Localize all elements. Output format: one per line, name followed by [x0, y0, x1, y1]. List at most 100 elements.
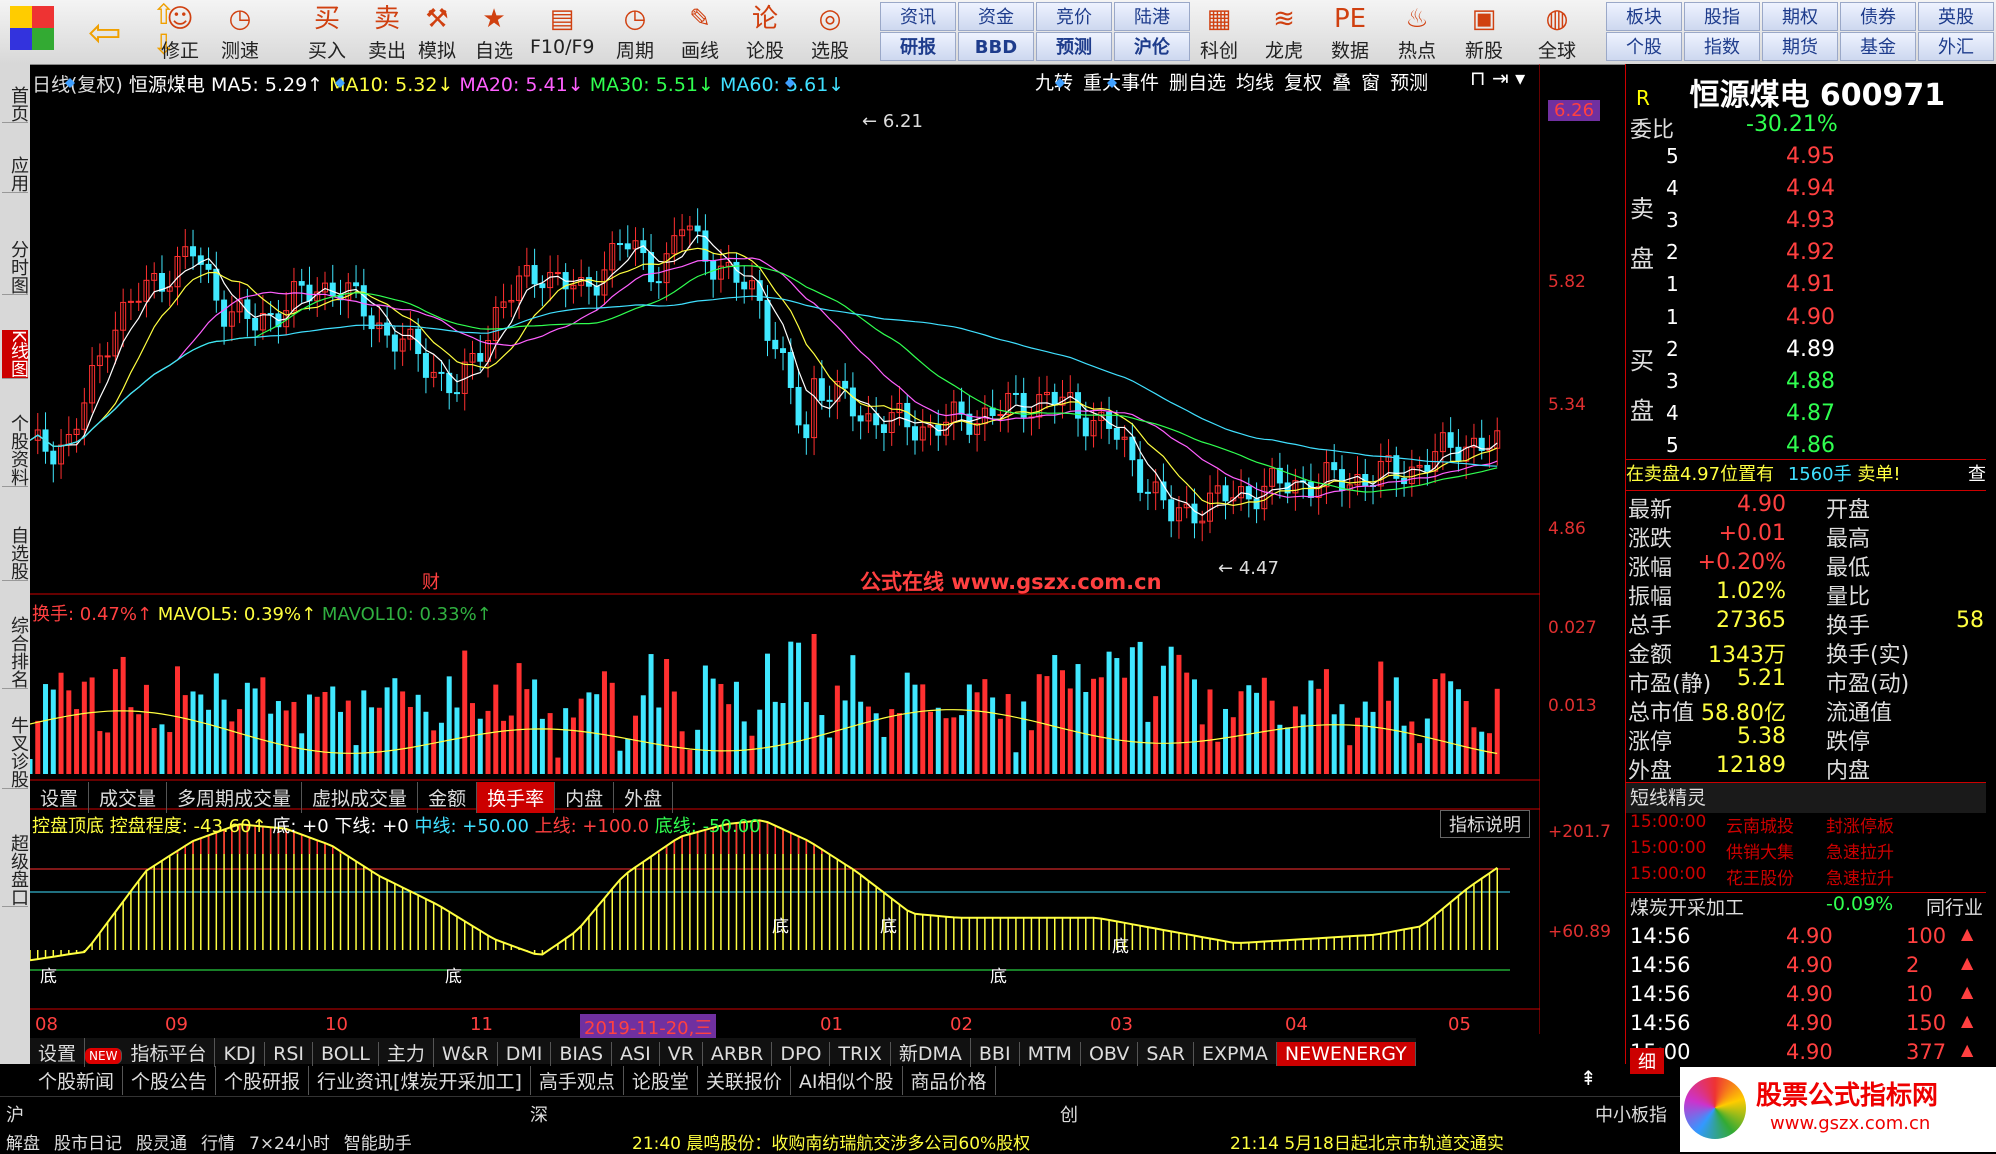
toolbar-grid-button[interactable]: 资讯	[880, 2, 956, 31]
indicator-tab[interactable]: MTM	[1020, 1042, 1081, 1066]
toolbar-grid-button[interactable]: 股指	[1684, 2, 1760, 31]
toolbar-grid-button[interactable]: 个股	[1606, 32, 1682, 61]
indicator-tab[interactable]: NEWENERGY	[1276, 1042, 1416, 1066]
toolbar-grid-button[interactable]: 期货	[1762, 32, 1838, 61]
event-marker-icon[interactable]	[1107, 78, 1117, 88]
volume-tab[interactable]: 金额	[418, 782, 478, 813]
toolbar-button[interactable]: ⚒ 模拟	[405, 2, 469, 62]
left-tab[interactable]: 个股资料	[2, 414, 29, 487]
toolbar-button[interactable]: ≋ 龙虎	[1252, 2, 1316, 62]
toolbar-button[interactable]: PE 数据	[1318, 2, 1382, 62]
toolbar-button[interactable]: ◷ 周期	[603, 2, 667, 62]
indicator-tab[interactable]: 主力	[379, 1038, 434, 1067]
sell-level[interactable]: 1 4.91	[1626, 272, 1986, 302]
toolbar-button[interactable]: ▦ 科创	[1187, 2, 1251, 62]
indicator-tab[interactable]: 新DMA	[891, 1038, 971, 1067]
news-tab[interactable]: 商品价格	[903, 1066, 996, 1095]
toolbar-grid-button[interactable]: 沪伦	[1114, 32, 1190, 61]
sell-level[interactable]: 2 4.92	[1626, 240, 1986, 270]
toolbar-button[interactable]: ♨ 热点	[1385, 2, 1449, 62]
app-logo[interactable]	[10, 6, 54, 50]
toolbar-button[interactable]: 论论股	[733, 2, 797, 62]
news-tab[interactable]: 高手观点	[531, 1066, 624, 1095]
event-marker-icon[interactable]	[785, 78, 795, 88]
event-marker-icon[interactable]	[65, 78, 75, 88]
toolbar-grid-button[interactable]: 外汇	[1918, 32, 1994, 61]
indicator-tab[interactable]: DPO	[772, 1042, 831, 1066]
new-badge[interactable]: NEW	[85, 1048, 123, 1064]
volume-tab[interactable]: 成交量	[89, 782, 168, 813]
left-tab[interactable]: 分时图	[2, 240, 29, 295]
market-sz[interactable]: 深	[530, 1101, 548, 1127]
toolbar-button[interactable]: ★ 自选	[462, 2, 526, 62]
buy-level[interactable]: 3 4.88	[1626, 369, 1986, 399]
indicator-tab[interactable]: 设置	[30, 1038, 86, 1067]
bottom-item[interactable]: 行情	[201, 1134, 235, 1154]
left-tab[interactable]: 超级盘口	[2, 834, 29, 907]
indicator-tab[interactable]: ARBR	[703, 1042, 773, 1066]
news-tab[interactable]: 关联报价	[698, 1066, 791, 1095]
left-tab[interactable]: K线图	[2, 330, 29, 379]
short-line-item[interactable]: 15:00:00 花王股份 急速拉升	[1626, 864, 1986, 894]
indicator-tab[interactable]: KDJ	[215, 1042, 266, 1066]
indicator-tab[interactable]: EXPMA	[1194, 1042, 1277, 1066]
indicator-tab[interactable]: 指标平台	[122, 1038, 216, 1067]
indicator-tab[interactable]: BBI	[971, 1042, 1020, 1066]
indicator-tab[interactable]: SAR	[1138, 1042, 1194, 1066]
news-tab[interactable]: 个股公告	[123, 1066, 217, 1095]
event-marker-icon[interactable]	[335, 78, 345, 88]
indicator-tab[interactable]: ASI	[612, 1042, 660, 1066]
toolbar-grid-button[interactable]: 基金	[1840, 32, 1916, 61]
toolbar-grid-button[interactable]: 债券	[1840, 2, 1916, 31]
toolbar-button[interactable]: ✎ 画线	[668, 2, 732, 62]
indicator-tab[interactable]: DMI	[498, 1042, 552, 1066]
indicator-help-button[interactable]: 指标说明	[1440, 810, 1530, 838]
detail-button[interactable]: 细	[1630, 1048, 1664, 1074]
left-tab[interactable]: 综合排名	[2, 616, 29, 689]
news-tab[interactable]: AI相似个股	[791, 1066, 903, 1095]
big-order-notice[interactable]: 在卖盘4.97位置有 1560手 卖单! 查	[1626, 459, 1986, 491]
toolbar-grid-button[interactable]: 陆港	[1114, 2, 1190, 31]
toolbar-grid-button[interactable]: 资金	[958, 2, 1034, 31]
news-tab[interactable]: 个股新闻	[30, 1066, 124, 1095]
toolbar-grid-button[interactable]: 指数	[1684, 32, 1760, 61]
volume-tab[interactable]: 内盘	[555, 782, 615, 813]
toolbar-button[interactable]: ◎ 选股	[798, 2, 862, 62]
bottom-item[interactable]: 股市日记	[54, 1134, 122, 1154]
toolbar-grid-button[interactable]: 预测	[1036, 32, 1112, 61]
toolbar-grid-button[interactable]: BBD	[958, 32, 1034, 61]
event-marker-icon[interactable]	[1055, 78, 1065, 88]
volume-tab[interactable]: 多周期成交量	[167, 782, 303, 813]
volume-tab[interactable]: 换手率	[477, 782, 556, 813]
toolbar-grid-button[interactable]: 研报	[880, 32, 956, 61]
volume-tab[interactable]: 虚拟成交量	[302, 782, 419, 813]
volume-tab[interactable]: 设置	[30, 782, 90, 813]
toolbar-grid-button[interactable]: 期权	[1762, 2, 1838, 31]
toolbar-grid-button[interactable]: 英股	[1918, 2, 1994, 31]
back-arrow-icon[interactable]: ⇦	[88, 10, 122, 56]
toolbar-button[interactable]: ◷ 测速	[208, 2, 272, 62]
news-tab[interactable]: 论股堂	[624, 1066, 698, 1095]
notice-check-button[interactable]: 查	[1968, 460, 1986, 486]
bottom-item[interactable]: 股灵通	[136, 1134, 187, 1154]
buy-level[interactable]: 2 4.89	[1626, 337, 1986, 367]
left-tab[interactable]: 自选股	[2, 526, 29, 581]
indicator-tab[interactable]: TRIX	[830, 1042, 891, 1066]
bottom-item[interactable]: 解盘	[6, 1134, 40, 1154]
bottom-item[interactable]: 7×24小时	[249, 1134, 330, 1154]
toolbar-button[interactable]: 买买入	[295, 2, 359, 62]
left-tab[interactable]: 应用	[2, 156, 29, 193]
volume-tab[interactable]: 外盘	[614, 782, 674, 813]
news-ticker-1[interactable]: 21:40 晨鸣股份：收购南纺瑞航交涉多公司60%股权	[632, 1129, 1030, 1154]
buy-level[interactable]: 1 4.90	[1626, 305, 1986, 335]
indicator-tab[interactable]: OBV	[1081, 1042, 1139, 1066]
indicator-tab[interactable]: BIAS	[551, 1042, 613, 1066]
pin-top-icon[interactable]: ⇞	[1580, 1066, 1597, 1090]
industry-button[interactable]: 同行业	[1926, 893, 1983, 920]
toolbar-grid-button[interactable]: 板块	[1606, 2, 1682, 31]
bottom-item[interactable]: 智能助手	[344, 1134, 412, 1154]
sell-level[interactable]: 5 4.95	[1626, 144, 1986, 174]
news-tab[interactable]: 行业资讯[煤炭开采加工]	[309, 1066, 531, 1095]
news-ticker-2[interactable]: 21:14 5月18日起北京市轨道交通实	[1230, 1129, 1504, 1154]
sell-level[interactable]: 3 4.93	[1626, 208, 1986, 238]
